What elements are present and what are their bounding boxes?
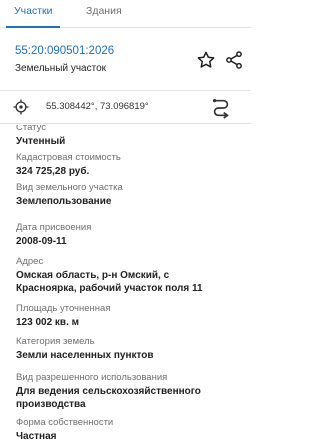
parcel-details: Статус Учтенный Кадастровая стоимость 32… xyxy=(0,125,251,446)
active-tab-indicator xyxy=(6,26,60,28)
field-label: Статус xyxy=(16,125,47,133)
field-land-category: Категория земель Земли населенных пункто… xyxy=(16,336,244,362)
field-label: Вид земельного участка xyxy=(16,182,123,193)
field-ownership: Форма собственности Частная xyxy=(16,417,244,443)
field-label: Площадь уточненная xyxy=(16,303,111,314)
field-label: Адрес xyxy=(16,256,44,267)
field-label: Вид разрешенного использования xyxy=(16,372,168,383)
tab-bar: Участки Здания xyxy=(0,0,251,28)
field-value: Учтенный xyxy=(16,136,66,147)
field-label: Категория земель xyxy=(16,336,95,347)
cadastral-number[interactable]: 55:20:090501:2026 xyxy=(15,45,114,57)
field-land-kind: Вид земельного участка Землепользование xyxy=(16,182,244,208)
field-value: 324 725,28 руб. xyxy=(16,166,90,177)
field-value: Землепользование xyxy=(16,196,112,207)
field-cadastral-value: Кадастровая стоимость 324 725,28 руб. xyxy=(16,152,244,178)
field-value: 123 002 кв. м xyxy=(16,317,80,328)
field-value: Частная xyxy=(16,431,57,442)
field-value-line: Красноярка, рабочий участок поля 11 xyxy=(16,283,203,294)
route-icon[interactable] xyxy=(210,97,232,119)
field-value-line: Омская область, р-н Омский, с xyxy=(16,270,170,281)
coordinates-bar: 55.308442°, 73.096819° xyxy=(0,90,251,124)
field-value-line: производства xyxy=(16,399,86,410)
coordinates-text: 55.308442°, 73.096819° xyxy=(46,101,149,112)
field-status: Статус Учтенный xyxy=(16,125,244,148)
field-label: Кадастровая стоимость xyxy=(16,152,121,163)
tab-buildings[interactable]: Здания xyxy=(86,5,122,17)
field-address: Адрес Омская область, р-н Омский, с Крас… xyxy=(16,256,244,295)
star-icon[interactable] xyxy=(196,50,216,70)
field-label: Дата присвоения xyxy=(16,222,92,233)
share-icon[interactable] xyxy=(224,50,244,70)
field-value-line: Для ведения сельскохозяйственного xyxy=(16,386,201,397)
object-type: Земельный участок xyxy=(15,63,107,74)
field-value: 2008-09-11 xyxy=(16,236,67,247)
tab-parcels[interactable]: Участки xyxy=(14,5,53,17)
field-permitted-use: Вид разрешенного использования Для веден… xyxy=(16,372,244,411)
crosshair-icon[interactable] xyxy=(12,98,30,116)
field-assignment-date: Дата присвоения 2008-09-11 xyxy=(16,222,244,248)
field-area: Площадь уточненная 123 002 кв. м xyxy=(16,303,244,329)
field-label: Форма собственности xyxy=(16,417,114,428)
field-value: Земли населенных пунктов xyxy=(16,350,154,361)
